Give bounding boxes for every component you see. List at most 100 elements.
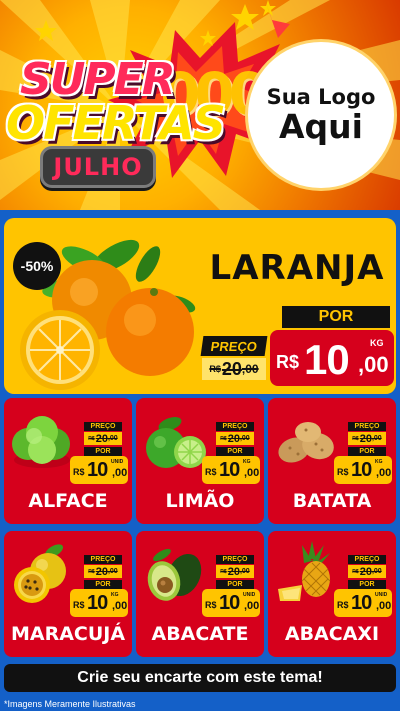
old-price: R$ 20 ,00 (84, 432, 122, 445)
price-integer: 10 (351, 592, 372, 614)
old-price-integer: 20 (95, 565, 108, 578)
potato-icon (278, 422, 334, 463)
old-price: R$ 20 ,00 (348, 432, 386, 445)
price-integer: 10 (87, 459, 108, 481)
product-card-maracuja[interactable]: PREÇO R$ 20 ,00 POR R$ 10 KG ,00 MARACUJ… (4, 531, 132, 657)
avocado-icon (147, 548, 202, 601)
discount-badge: -50% (13, 242, 61, 290)
new-price-label: POR (348, 447, 386, 456)
old-price-decimal: ,00 (239, 435, 250, 442)
product-card-batata[interactable]: PREÇO R$ 20 ,00 POR R$ 10 KG ,00 BATATA (268, 398, 396, 524)
old-price-decimal: ,00 (239, 568, 250, 575)
old-price-currency: R$ (352, 435, 359, 442)
old-price-integer: 20 (221, 358, 242, 379)
price-currency: R$ (276, 352, 300, 372)
price-integer: 10 (219, 459, 240, 481)
old-price-decimal: ,00 (107, 435, 118, 442)
price-integer: 10 (219, 592, 240, 614)
old-price-integer: 20 (227, 565, 240, 578)
price-integer: 10 (304, 336, 350, 383)
new-price: R$ 10 ,00 KG (270, 330, 394, 386)
price-currency: R$ (73, 467, 85, 477)
new-price: R$ 10 UNID ,00 (334, 589, 392, 617)
price-decimal: ,00 (244, 600, 260, 612)
price-decimal: ,00 (376, 467, 392, 479)
product-card-limao[interactable]: PREÇO R$ 20 ,00 POR R$ 10 KG ,00 LIMÃO (136, 398, 264, 524)
price-decimal: ,00 (112, 600, 128, 612)
super-ofertas-title: SUPER OFERTAS (6, 58, 226, 147)
old-price: R$ 20 ,00 (202, 358, 266, 380)
new-price: R$ 10 KG ,00 (202, 456, 260, 484)
old-price-currency: R$ (88, 435, 95, 442)
old-price-integer: 20 (359, 565, 372, 578)
old-price-label: PREÇO (348, 422, 386, 431)
new-price-label: POR (348, 580, 386, 589)
price-currency: R$ (205, 467, 217, 477)
product-name: ABACATE (151, 623, 249, 645)
price-unit: UNID (111, 459, 124, 465)
old-price-currency: R$ (220, 435, 227, 442)
price-decimal: ,00 (376, 600, 392, 612)
product-card-abacate[interactable]: PREÇO R$ 20 ,00 POR R$ 10 UNID ,00 ABACA… (136, 531, 264, 657)
lettuce-icon (12, 416, 70, 468)
product-name: MARACUJÁ (10, 623, 126, 645)
price-integer: 10 (87, 592, 108, 614)
price-unit: KG (370, 338, 384, 348)
price-integer: 10 (351, 459, 372, 481)
old-price-label: PREÇO (200, 336, 268, 356)
new-price-label: POR (216, 580, 254, 589)
price-unit: UNID (243, 592, 256, 598)
old-price-integer: 20 (95, 432, 108, 445)
lime-icon (146, 417, 206, 468)
price-currency: R$ (337, 600, 349, 610)
product-card-abacaxi[interactable]: PREÇO R$ 20 ,00 POR R$ 10 UNID ,00 ABACA… (268, 531, 396, 657)
price-currency: R$ (73, 600, 85, 610)
new-price-label: POR (84, 447, 122, 456)
old-price-integer: 20 (227, 432, 240, 445)
price-decimal: ,00 (358, 352, 389, 377)
disclaimer-text: *Imagens Meramente Ilustrativas (4, 699, 136, 709)
old-price: R$ 20 ,00 (216, 565, 254, 578)
old-price-decimal: ,00 (371, 435, 382, 442)
old-price-decimal: ,00 (371, 568, 382, 575)
price-unit: KG (243, 459, 251, 465)
product-name: LIMÃO (165, 490, 235, 512)
product-card-alface[interactable]: PREÇO R$ 20 ,00 POR R$ 10 UNID ,00 ALFAC… (4, 398, 132, 524)
price-unit: KG (111, 592, 119, 598)
create-flyer-button[interactable]: Crie seu encarte com este tema! (4, 664, 396, 692)
price-unit: KG (375, 459, 383, 465)
product-name: BATATA (292, 490, 372, 512)
new-price: R$ 10 KG ,00 (70, 589, 128, 617)
new-price-label: POR (84, 580, 122, 589)
old-price-currency: R$ (209, 364, 221, 374)
old-price-currency: R$ (88, 568, 95, 575)
header-banner: 000 SUPER OFERTAS JULHO Sua Logo Aqui (0, 0, 400, 210)
old-price: R$ 20 ,00 (84, 565, 122, 578)
old-price-currency: R$ (352, 568, 359, 575)
passion-fruit-icon (14, 544, 66, 603)
pineapple-icon (278, 541, 331, 601)
old-price-decimal: ,00 (107, 568, 118, 575)
old-price-currency: R$ (220, 568, 227, 575)
featured-product-card[interactable]: -50% LARANJA PREÇO R$ 20 ,00 POR R$ 10 ,… (4, 218, 396, 394)
old-price-label: PREÇO (84, 422, 122, 431)
logo-placeholder-line1: Sua Logo (266, 84, 376, 109)
old-price-integer: 20 (359, 432, 372, 445)
old-price: R$ 20 ,00 (348, 565, 386, 578)
month-badge: JULHO (40, 146, 156, 188)
new-price-label: POR (282, 306, 390, 328)
product-name: ALFACE (28, 490, 108, 512)
store-logo-placeholder[interactable]: Sua Logo Aqui (248, 42, 394, 188)
old-price-label: PREÇO (216, 422, 254, 431)
price-currency: R$ (337, 467, 349, 477)
product-name: ABACAXI (284, 623, 380, 645)
old-price-label: PREÇO (84, 555, 122, 564)
new-price-label: POR (216, 447, 254, 456)
price-decimal: ,00 (112, 467, 128, 479)
old-price-decimal: ,00 (241, 362, 259, 376)
old-price-label: PREÇO (348, 555, 386, 564)
price-decimal: ,00 (244, 467, 260, 479)
price-currency: R$ (205, 600, 217, 610)
new-price: R$ 10 KG ,00 (334, 456, 392, 484)
new-price: R$ 10 UNID ,00 (202, 589, 260, 617)
